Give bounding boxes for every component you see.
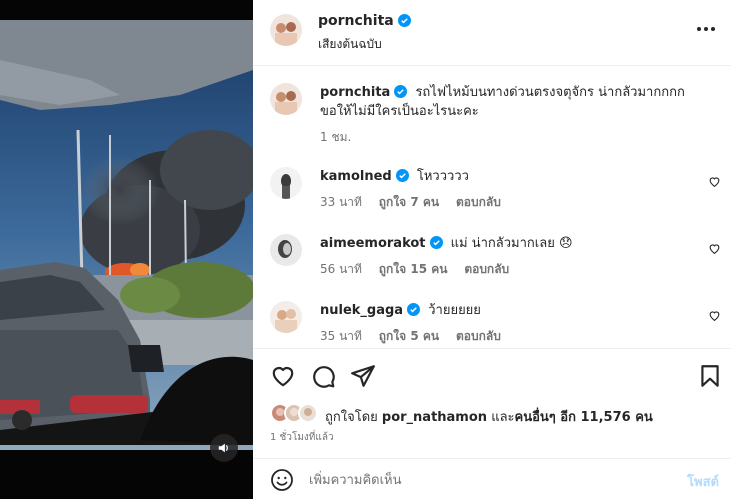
comment-text: ว้ายยยยย	[428, 303, 481, 318]
comment-text-row: aimeemorakot แม่ น่ากลัวมากเลย 😞	[320, 234, 705, 253]
comment-avatar[interactable]	[270, 167, 302, 199]
likes-text: ถูกใจโดย por_nathamon และคนอื่นๆ อีก 11,…	[325, 406, 653, 427]
comment-time: 56 นาที	[320, 262, 362, 276]
caption-text-row: pornchita รถไฟไหม้บนทางด่วนตรงจตุจักร น่…	[320, 83, 705, 121]
comment-likes-link[interactable]: ถูกใจ 15 คน	[379, 262, 448, 276]
audio-label[interactable]: เสียงต้นฉบับ	[318, 35, 382, 54]
video-frame-image	[0, 0, 253, 499]
post-timestamp[interactable]: 1 ชั่วโมงที่แล้ว	[270, 430, 334, 445]
verified-badge-icon	[395, 169, 409, 182]
comment-avatar[interactable]	[270, 301, 302, 333]
comment-meta: 56 นาที ถูกใจ 15 คน ตอบกลับ	[320, 260, 522, 279]
mute-toggle-button[interactable]	[210, 434, 238, 462]
reply-button[interactable]: ตอบกลับ	[464, 262, 509, 276]
comment-likes-link[interactable]: ถูกใจ 7 คน	[379, 195, 439, 209]
liker-avatar	[298, 403, 318, 423]
comment-time: 1 ชม.	[320, 130, 352, 144]
speaker-icon	[218, 443, 228, 453]
verified-badge-icon	[394, 85, 408, 98]
likes-summary[interactable]: ถูกใจโดย por_nathamon และคนอื่นๆ อีก 11,…	[270, 403, 720, 425]
likes-and: และ	[491, 410, 515, 425]
comment-username[interactable]: nulek_gaga	[320, 303, 403, 318]
comment-input[interactable]	[309, 469, 669, 491]
comment-username[interactable]: pornchita	[320, 85, 390, 100]
comment-time: 33 นาที	[320, 195, 362, 209]
bookmark-icon[interactable]	[697, 363, 723, 389]
liker-avatars	[270, 403, 322, 423]
comment-text: แม่ น่ากลัวมากเลย 😞	[450, 236, 573, 251]
comment-likes-link[interactable]: ถูกใจ 5 คน	[379, 329, 439, 343]
comment-meta: 35 นาที ถูกใจ 5 คน ตอบกลับ	[320, 327, 514, 346]
post-detail-panel: pornchita เสียงต้นฉบับ pornchita รถไฟไหม…	[253, 0, 731, 499]
comment-text-row: kamolned โหววววว	[320, 167, 705, 186]
author-username-row[interactable]: pornchita	[318, 13, 411, 29]
comment-username[interactable]: aimeemorakot	[320, 236, 426, 251]
comment-icon[interactable]	[310, 363, 336, 389]
likes-others-link[interactable]: คนอื่นๆ อีก 11,576 คน	[515, 410, 653, 425]
add-comment-bar: โพสต์	[253, 458, 731, 499]
heart-icon[interactable]	[708, 309, 721, 322]
liker-username[interactable]: por_nathamon	[382, 410, 487, 425]
comment-meta: 1 ชม.	[320, 128, 364, 147]
comment-text-row: nulek_gaga ว้ายยยยย	[320, 301, 705, 320]
share-icon[interactable]	[350, 363, 376, 389]
verified-badge-icon	[397, 14, 411, 27]
caption-avatar[interactable]	[270, 83, 302, 115]
more-options-icon[interactable]	[695, 20, 717, 38]
author-avatar[interactable]	[270, 14, 302, 46]
heart-icon[interactable]	[708, 242, 721, 255]
emoji-icon[interactable]	[270, 468, 294, 492]
comment-text: โหววววว	[416, 169, 469, 184]
verified-badge-icon	[407, 303, 421, 316]
comment-meta: 33 นาที ถูกใจ 7 คน ตอบกลับ	[320, 193, 514, 212]
comment-username[interactable]: kamolned	[320, 169, 392, 184]
heart-icon[interactable]	[708, 175, 721, 188]
comment-avatar[interactable]	[270, 234, 302, 266]
reply-button[interactable]: ตอบกลับ	[456, 329, 501, 343]
comment-list: pornchita รถไฟไหม้บนทางด่วนตรงจตุจักร น่…	[253, 67, 731, 347]
post-comment-button[interactable]: โพสต์	[687, 471, 719, 492]
reply-button[interactable]: ตอบกลับ	[456, 195, 501, 209]
action-bar	[253, 348, 731, 400]
post-header: pornchita เสียงต้นฉบับ	[253, 0, 731, 66]
post-video[interactable]	[0, 0, 253, 499]
author-username[interactable]: pornchita	[318, 13, 394, 29]
comment-time: 35 นาที	[320, 329, 362, 343]
heart-icon[interactable]	[270, 363, 296, 389]
likes-prefix: ถูกใจโดย	[325, 410, 378, 425]
verified-badge-icon	[429, 236, 443, 249]
